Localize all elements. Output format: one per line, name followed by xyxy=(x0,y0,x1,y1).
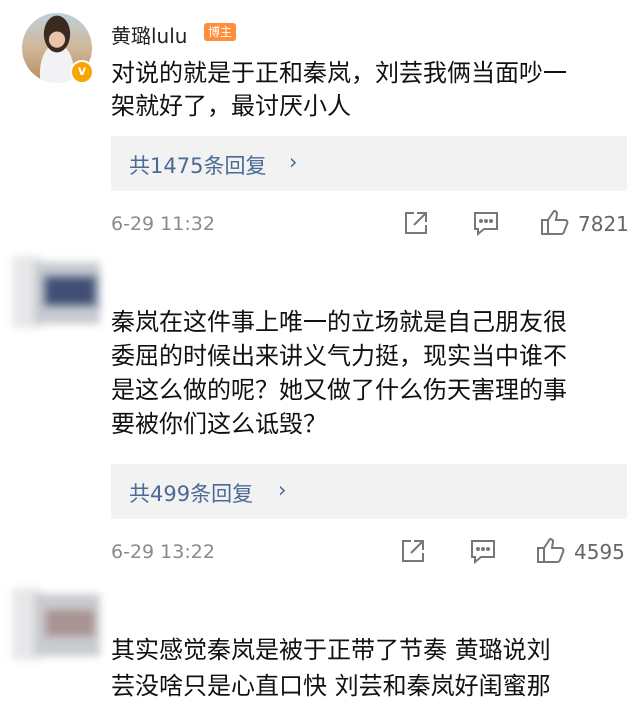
comment-text-line: 秦岚在这件事上唯一的立场就是自己朋友很 xyxy=(111,308,567,336)
like-count: 7821 xyxy=(578,212,629,236)
reply-count-label: 共1475条回复 xyxy=(129,154,267,178)
reply-count-label: 共499条回复 xyxy=(129,482,254,506)
reply-summary-button[interactable]: 共499条回复 › xyxy=(111,464,627,519)
comment-timestamp: 6-29 11:32 xyxy=(111,213,215,235)
share-icon[interactable] xyxy=(403,210,429,236)
thumbs-up-icon[interactable] xyxy=(536,536,566,564)
comment-text-line: 对说的就是于正和秦岚，刘芸我俩当面吵一 xyxy=(111,59,567,87)
comment-text-line: 要被你们这么诋毁？ xyxy=(111,410,327,438)
share-icon[interactable] xyxy=(400,538,426,564)
comment-text-line: 委屈的时候出来讲义气力挺，现实当中谁不 xyxy=(111,342,567,370)
reply-summary-button[interactable]: 共1475条回复 › xyxy=(111,136,627,191)
comment-text-line: 其实感觉秦岚是被于正带了节奏 黄璐说刘 xyxy=(111,636,551,664)
comment-icon[interactable] xyxy=(472,210,500,236)
chevron-right-icon: › xyxy=(289,150,298,174)
verified-badge-icon: v xyxy=(70,60,94,84)
comment-text-line: 架就好了，最讨厌小人 xyxy=(111,92,351,120)
comment-item: 其实感觉秦岚是被于正带了节奏 黄璐说刘 芸没啥只是心直口快 刘芸和秦岚好闺蜜那 xyxy=(0,582,640,708)
comment-item: v 黄璐lulu 博主 对说的就是于正和秦岚，刘芸我俩当面吵一 架就好了，最讨厌… xyxy=(0,0,640,252)
like-count: 4595 xyxy=(574,540,625,564)
comment-icon[interactable] xyxy=(469,538,497,564)
username[interactable]: 黄璐lulu xyxy=(111,20,187,49)
comment-text-line: 芸没啥只是心直口快 刘芸和秦岚好闺蜜那 xyxy=(111,672,551,700)
comment-timestamp: 6-29 13:22 xyxy=(111,541,215,563)
author-badge: 博主 xyxy=(204,23,237,41)
comment-item: 秦岚在这件事上唯一的立场就是自己朋友很 委屈的时候出来讲义气力挺，现实当中谁不 … xyxy=(0,252,640,582)
thumbs-up-icon[interactable] xyxy=(540,208,570,236)
comment-text-line: 是这么做的呢？她又做了什么伤天害理的事 xyxy=(111,376,567,404)
avatar[interactable] xyxy=(12,256,102,328)
chevron-right-icon: › xyxy=(278,478,287,502)
avatar[interactable] xyxy=(12,588,102,660)
